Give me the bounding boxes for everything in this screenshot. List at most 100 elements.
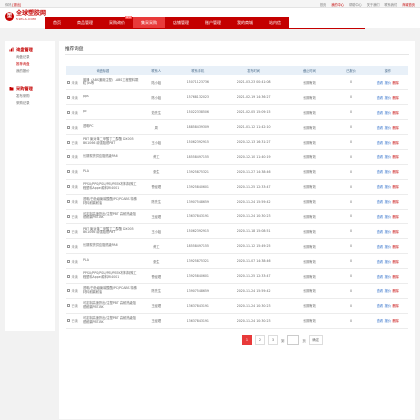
quote-link[interactable]: 报价 xyxy=(385,125,391,130)
row-checkbox[interactable] xyxy=(67,155,70,159)
delete-link[interactable]: 删除 xyxy=(393,229,399,234)
inquiry-title[interactable]: PBT 聚对苯二甲酸丁二醇酯 DX005 BK1066 增强阻燃PBT xyxy=(83,227,139,235)
delete-link[interactable]: 删除 xyxy=(393,154,399,159)
quote-link[interactable]: 报价 xyxy=(385,184,391,189)
quote-link[interactable]: 报价 xyxy=(385,110,391,115)
sidebar-item[interactable]: 我的报价 xyxy=(5,68,55,75)
inquiry-title[interactable]: 透明PC xyxy=(83,125,94,129)
inquiry-title[interactable]: 可定制高速挤出/注塑PBT 高耐热级阻燃耐磨PBT-BK xyxy=(83,212,139,220)
view-link[interactable]: 查看 xyxy=(377,184,383,189)
view-link[interactable]: 查看 xyxy=(377,288,383,293)
top-link-help[interactable]: 帮助中心 xyxy=(349,2,362,7)
view-link[interactable]: 查看 xyxy=(377,214,383,219)
inquiry-title[interactable]: PPSU/PPS/PSU/PEI/PEEK材料特殊工程塑料Appel原料RI40… xyxy=(83,271,139,279)
view-link[interactable]: 查看 xyxy=(377,140,383,145)
sidebar-item[interactable]: 发布采购 xyxy=(5,93,55,100)
row-checkbox[interactable] xyxy=(67,125,70,129)
quote-link[interactable]: 报价 xyxy=(385,140,391,145)
view-link[interactable]: 查看 xyxy=(377,199,383,204)
inquiry-title[interactable]: PBT 聚对苯二甲酸丁二醇酯 DX005 BK1066 增强阻燃PBT xyxy=(83,137,139,145)
delete-link[interactable]: 删除 xyxy=(393,95,399,100)
inquiry-title[interactable]: PLA xyxy=(83,259,89,263)
top-link-about[interactable]: 关于我们 xyxy=(367,2,380,7)
quote-link[interactable]: 报价 xyxy=(385,274,391,279)
quote-link[interactable]: 报价 xyxy=(385,199,391,204)
inquiry-title[interactable]: 长期现货供应阻燃级PA6 xyxy=(83,244,118,248)
nav-item-7[interactable]: 站内信 xyxy=(261,17,289,28)
top-link-mall[interactable]: 商城首页 xyxy=(402,2,415,7)
row-checkbox[interactable] xyxy=(67,259,70,263)
view-link[interactable]: 查看 xyxy=(377,154,383,159)
delete-link[interactable]: 删除 xyxy=(393,214,399,219)
page-number-input[interactable] xyxy=(287,335,300,345)
nav-item-3[interactable]: 集采采购 xyxy=(133,17,165,28)
delete-link[interactable]: 删除 xyxy=(393,169,399,174)
inquiry-title[interactable]: 普通（ABS通用注塑）-ABS工程塑料颗粒 ps等 xyxy=(83,78,139,86)
quote-link[interactable]: 报价 xyxy=(385,244,391,249)
quote-link[interactable]: 报价 xyxy=(385,229,391,234)
delete-link[interactable]: 删除 xyxy=(393,140,399,145)
row-checkbox[interactable] xyxy=(67,319,70,323)
nav-item-1[interactable]: 商品管理 xyxy=(69,17,101,28)
view-link[interactable]: 查看 xyxy=(377,274,383,279)
inquiry-title[interactable]: 长期现货供应阻燃级PA6 xyxy=(83,154,118,159)
view-link[interactable]: 查看 xyxy=(377,229,383,234)
row-checkbox[interactable] xyxy=(67,170,70,174)
quote-link[interactable]: 报价 xyxy=(385,259,391,264)
page-button-3[interactable]: 3 xyxy=(268,335,278,345)
row-checkbox[interactable] xyxy=(67,304,70,308)
quote-link[interactable]: 报价 xyxy=(385,95,391,100)
sidebar-item[interactable]: 采购记录 xyxy=(5,100,55,107)
page-button-2[interactable]: 2 xyxy=(255,335,265,345)
view-link[interactable]: 查看 xyxy=(377,95,383,100)
delete-link[interactable]: 删除 xyxy=(393,199,399,204)
nav-item-4[interactable]: 店铺管理 xyxy=(165,17,197,28)
row-checkbox[interactable] xyxy=(67,110,70,114)
delete-link[interactable]: 删除 xyxy=(393,259,399,264)
delete-link[interactable]: 删除 xyxy=(393,274,399,279)
row-checkbox[interactable] xyxy=(67,274,70,278)
row-checkbox[interactable] xyxy=(67,80,70,84)
inquiry-title[interactable]: 可定制高速挤出/注塑PBT 高耐热级阻燃耐磨PBT-BK xyxy=(83,316,139,324)
row-checkbox[interactable] xyxy=(67,140,70,144)
nav-item-5[interactable]: 账户管理 xyxy=(197,17,229,28)
view-link[interactable]: 查看 xyxy=(377,110,383,115)
quote-link[interactable]: 报价 xyxy=(385,318,391,323)
view-link[interactable]: 查看 xyxy=(377,259,383,264)
quote-link[interactable]: 报价 xyxy=(385,169,391,174)
top-link-contact[interactable]: 联系我们 xyxy=(385,2,398,7)
delete-link[interactable]: 删除 xyxy=(393,110,399,115)
quote-link[interactable]: 报价 xyxy=(385,154,391,159)
nav-item-6[interactable]: 我的商城 xyxy=(229,17,261,28)
row-checkbox[interactable] xyxy=(67,200,70,204)
sidebar-item[interactable]: 推荐询盘 xyxy=(5,61,55,68)
page-button-1[interactable]: 1 xyxy=(242,335,252,345)
inquiry-title[interactable]: 透明/白色级聚碳酸酯/PC/PCABS 特殊材料耐磨耐油 xyxy=(83,286,139,294)
top-link-home[interactable]: 首页 xyxy=(320,2,326,7)
delete-link[interactable]: 删除 xyxy=(393,184,399,189)
row-checkbox[interactable] xyxy=(67,244,70,248)
inquiry-title[interactable]: pc xyxy=(83,110,87,114)
quote-link[interactable]: 报价 xyxy=(385,214,391,219)
site-logo[interactable]: 塑 全球塑胶网 51PLA.COM xyxy=(5,11,46,21)
row-checkbox[interactable] xyxy=(67,229,70,233)
row-checkbox[interactable] xyxy=(67,185,70,189)
inquiry-title[interactable]: PLA xyxy=(83,169,89,174)
go-button[interactable]: 确定 xyxy=(308,335,323,345)
view-link[interactable]: 查看 xyxy=(377,80,383,85)
delete-link[interactable]: 删除 xyxy=(393,318,399,323)
quote-link[interactable]: 报价 xyxy=(385,288,391,293)
row-checkbox[interactable] xyxy=(67,95,70,99)
delete-link[interactable]: 删除 xyxy=(393,80,399,85)
quote-link[interactable]: 报价 xyxy=(385,303,391,308)
nav-item-0[interactable]: 首页 xyxy=(45,17,69,28)
delete-link[interactable]: 删除 xyxy=(393,125,399,130)
delete-link[interactable]: 删除 xyxy=(393,303,399,308)
inquiry-title[interactable]: PPSU/PPS/PSU/PEI/PEEK材料特殊工程塑料Appel原料RI40… xyxy=(83,182,139,190)
view-link[interactable]: 查看 xyxy=(377,303,383,308)
inquiry-title[interactable]: 透明/白色级聚碳酸酯/PC/PCABS 特殊材料耐磨耐油 xyxy=(83,197,139,205)
row-checkbox[interactable] xyxy=(67,214,70,218)
sidebar-item[interactable]: 询盘记录 xyxy=(5,54,55,61)
inquiry-title[interactable]: 可定制高速挤出/注塑PBT 高耐热级阻燃耐磨PBT-BK xyxy=(83,301,139,309)
row-checkbox[interactable] xyxy=(67,289,70,293)
